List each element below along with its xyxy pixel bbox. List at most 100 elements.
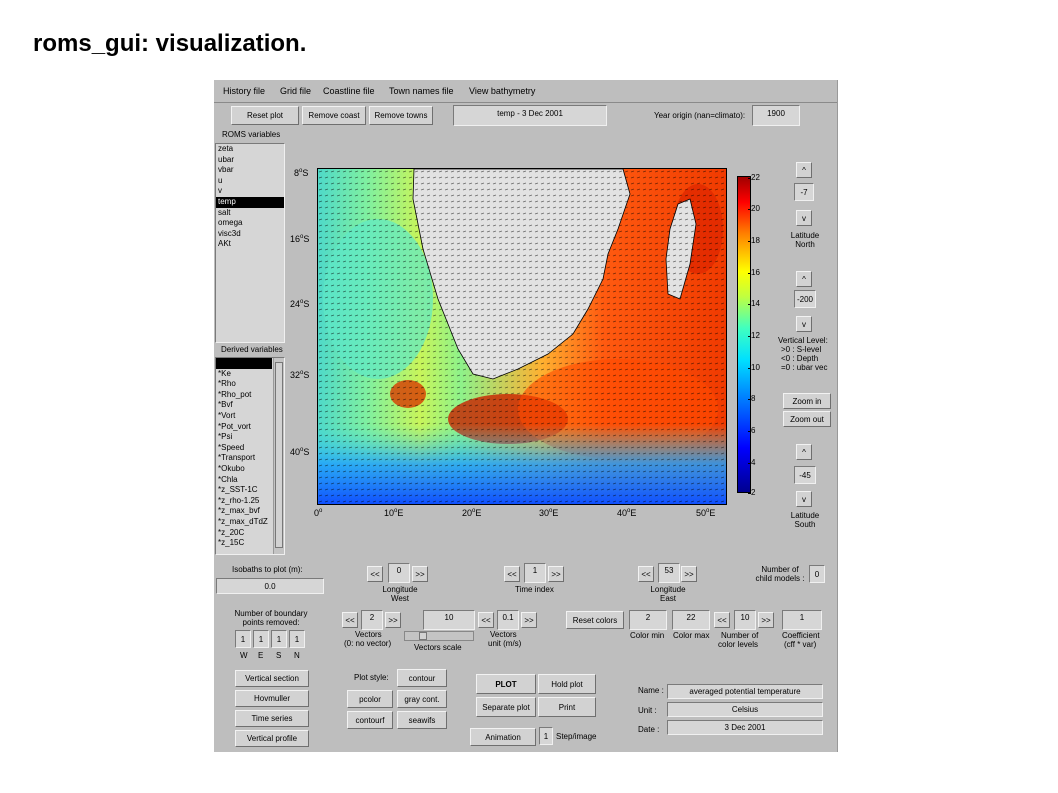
color-levels-next-button[interactable]: >>	[758, 612, 774, 628]
derived-variable-item[interactable]: *Okubo	[216, 464, 272, 475]
roms-variable-item[interactable]: AKt	[216, 239, 284, 250]
menu-grid-file[interactable]: Grid file	[280, 86, 311, 96]
lon-west-prev-button[interactable]: <<	[367, 566, 383, 582]
vertical-down-button[interactable]: v	[796, 316, 812, 332]
name-field[interactable]: averaged potential temperature	[667, 684, 823, 699]
derived-variable-item[interactable]: *Bvf	[216, 400, 272, 411]
vertical-profile-button[interactable]: Vertical profile	[235, 730, 309, 747]
lat-south-up-button[interactable]: ^	[796, 444, 812, 460]
hovmuller-button[interactable]: Hovmuller	[235, 690, 309, 707]
temperature-map[interactable]	[317, 168, 727, 505]
vectors-unit-input[interactable]: 0.1	[497, 610, 519, 630]
boundary-e-input[interactable]: 1	[253, 630, 269, 648]
vectors-unit-prev-button[interactable]: <<	[478, 612, 494, 628]
lon-west-input[interactable]: 0	[388, 563, 410, 583]
derived-variable-item[interactable]: *Vort	[216, 411, 272, 422]
derived-variable-item[interactable]: *Ke	[216, 369, 272, 380]
lat-south-down-button[interactable]: v	[796, 491, 812, 507]
boundary-w-input[interactable]: 1	[235, 630, 251, 648]
roms-variable-item[interactable]: u	[216, 176, 284, 187]
reset-colors-button[interactable]: Reset colors	[566, 611, 624, 629]
zoom-out-button[interactable]: Zoom out	[783, 411, 831, 427]
scrollbar-thumb[interactable]	[275, 362, 283, 548]
contourf-button[interactable]: contourf	[347, 711, 393, 729]
derived-variable-item[interactable]: *Rho	[216, 379, 272, 390]
roms-variable-item[interactable]: salt	[216, 208, 284, 219]
menu-view-bathymetry[interactable]: View bathymetry	[469, 86, 535, 96]
lon-east-input[interactable]: 53	[658, 563, 680, 583]
gray-contour-button[interactable]: gray cont.	[397, 690, 447, 708]
derived-variable-item[interactable]: *Speed	[216, 443, 272, 454]
derived-variable-item[interactable]	[216, 358, 272, 369]
derived-variable-item[interactable]: *Chla	[216, 475, 272, 486]
derived-variable-item[interactable]: *Transport	[216, 453, 272, 464]
seawifs-button[interactable]: seawifs	[397, 711, 447, 729]
print-button[interactable]: Print	[538, 697, 596, 717]
menu-coastline-file[interactable]: Coastline file	[323, 86, 375, 96]
year-origin-input[interactable]: 1900	[752, 105, 800, 126]
derived-variable-item[interactable]: *z_max_dTdZ	[216, 517, 272, 528]
roms-variable-item[interactable]: visc3d	[216, 229, 284, 240]
color-levels-prev-button[interactable]: <<	[714, 612, 730, 628]
derived-variable-item[interactable]: *z_15C	[216, 538, 272, 549]
lon-west-next-button[interactable]: >>	[412, 566, 428, 582]
zoom-in-button[interactable]: Zoom in	[783, 393, 831, 409]
lon-east-next-button[interactable]: >>	[681, 566, 697, 582]
animation-button[interactable]: Animation	[470, 728, 536, 746]
isobaths-input[interactable]: 0.0	[216, 578, 324, 594]
color-max-input[interactable]: 22	[672, 610, 710, 630]
derived-variable-item[interactable]: *z_max_bvf	[216, 506, 272, 517]
lat-north-up-button[interactable]: ^	[796, 162, 812, 178]
boundary-s-input[interactable]: 1	[271, 630, 287, 648]
derived-variable-item[interactable]: *Psi	[216, 432, 272, 443]
color-levels-input[interactable]: 10	[734, 610, 756, 630]
remove-coast-button[interactable]: Remove coast	[302, 106, 366, 125]
menu-history-file[interactable]: History file	[223, 86, 265, 96]
derived-variable-item[interactable]: *Pot_vort	[216, 422, 272, 433]
derived-variables-scrollbar[interactable]	[273, 358, 284, 554]
plot-button[interactable]: PLOT	[476, 674, 536, 694]
roms-variable-item[interactable]: ubar	[216, 155, 284, 166]
vectors-scale-slider[interactable]	[404, 631, 474, 641]
child-models-input[interactable]: 0	[809, 565, 825, 583]
boundary-n-input[interactable]: 1	[289, 630, 305, 648]
vectors-unit-next-button[interactable]: >>	[521, 612, 537, 628]
vertical-section-button[interactable]: Vertical section	[235, 670, 309, 687]
contour-button[interactable]: contour	[397, 669, 447, 687]
vertical-up-button[interactable]: ^	[796, 271, 812, 287]
pcolor-button[interactable]: pcolor	[347, 690, 393, 708]
roms-variable-item[interactable]: temp	[216, 196, 284, 208]
date-field[interactable]: 3 Dec 2001	[667, 720, 823, 735]
derived-variable-item[interactable]: *Rho_pot	[216, 390, 272, 401]
unit-field[interactable]: Celsius	[667, 702, 823, 717]
roms-variable-item[interactable]: zeta	[216, 144, 284, 155]
derived-variable-item[interactable]: *z_SST-1C	[216, 485, 272, 496]
derived-variable-item[interactable]: *z_rho-1.25	[216, 496, 272, 507]
derived-variable-item[interactable]: *z_20C	[216, 528, 272, 539]
plot-title-field[interactable]: temp - 3 Dec 2001	[453, 105, 607, 126]
separate-plot-button[interactable]: Separate plot	[476, 697, 536, 717]
vectors-scale-input[interactable]: 10	[423, 610, 475, 630]
roms-variable-item[interactable]: v	[216, 186, 284, 197]
coefficient-input[interactable]: 1	[782, 610, 822, 630]
time-prev-button[interactable]: <<	[504, 566, 520, 582]
remove-towns-button[interactable]: Remove towns	[369, 106, 433, 125]
hold-plot-button[interactable]: Hold plot	[538, 674, 596, 694]
slider-thumb[interactable]	[419, 632, 427, 640]
lon-east-prev-button[interactable]: <<	[638, 566, 654, 582]
vectors-prev-button[interactable]: <<	[342, 612, 358, 628]
time-index-input[interactable]: 1	[524, 563, 546, 583]
vertical-level-input[interactable]: -200	[794, 290, 816, 308]
roms-variable-item[interactable]: omega	[216, 218, 284, 229]
menu-town-names-file[interactable]: Town names file	[389, 86, 454, 96]
time-next-button[interactable]: >>	[548, 566, 564, 582]
lat-north-down-button[interactable]: v	[796, 210, 812, 226]
time-series-button[interactable]: Time series	[235, 710, 309, 727]
step-input[interactable]: 1	[539, 727, 553, 745]
color-min-input[interactable]: 2	[629, 610, 667, 630]
reset-plot-button[interactable]: Reset plot	[231, 106, 299, 125]
vectors-input[interactable]: 2	[361, 610, 383, 630]
roms-variable-item[interactable]: vbar	[216, 165, 284, 176]
lat-north-input[interactable]: -7	[794, 183, 814, 201]
vectors-next-button[interactable]: >>	[385, 612, 401, 628]
